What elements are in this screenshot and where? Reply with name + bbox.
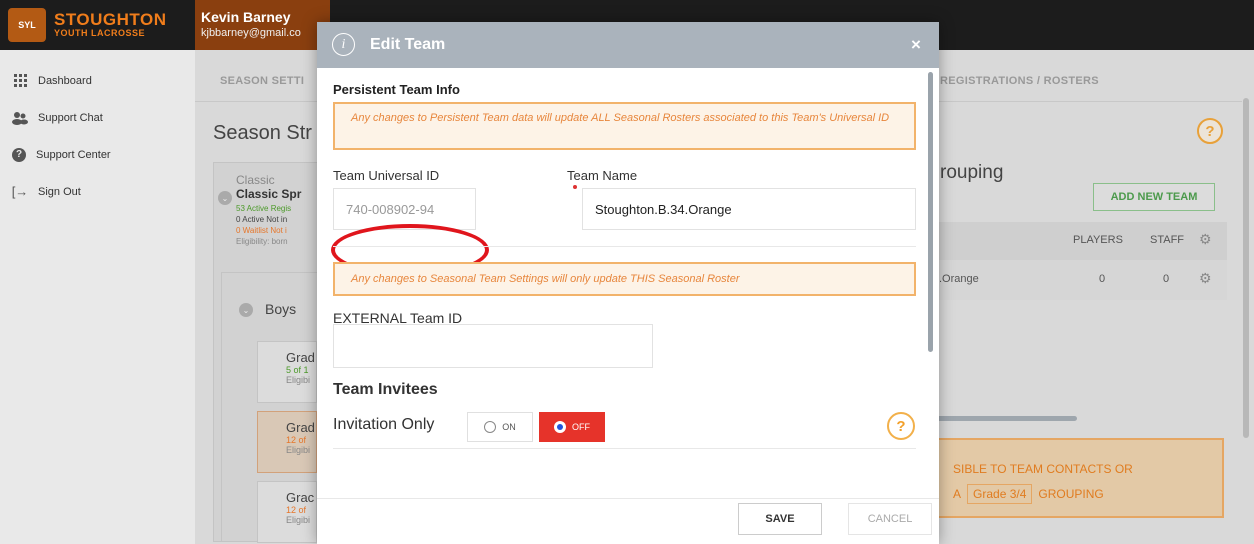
banner-suffix: GROUPING bbox=[1038, 487, 1104, 501]
invitation-only-label: Invitation Only bbox=[333, 416, 435, 433]
sidebar-item-label: Support Center bbox=[36, 148, 111, 161]
brand-subtitle: YOUTH LACROSSE bbox=[54, 28, 146, 38]
user-email: kjbbarney@gmail.co bbox=[201, 27, 301, 39]
invitation-on-toggle[interactable]: ON bbox=[467, 412, 533, 442]
grade-count: 5 of 1 bbox=[286, 365, 309, 375]
grade-card[interactable]: Grad 5 of 1 Eligibi bbox=[257, 341, 317, 403]
brand-logo[interactable]: SYL STOUGHTON YOUTH LACROSSE bbox=[8, 6, 186, 44]
collapse-icon[interactable]: ⌄ bbox=[218, 191, 232, 205]
grade-eligibility: Eligibi bbox=[286, 445, 311, 455]
team-name-label: Team Name bbox=[567, 168, 638, 183]
tab-season-settings[interactable]: SEASON SETTI bbox=[220, 75, 304, 87]
team-name-field[interactable]: Stoughton.B.34.Orange bbox=[582, 188, 916, 230]
sidebar-item-sign-out[interactable]: [→ Sign Out bbox=[0, 173, 195, 210]
program-waitlist-count: 0 Waitlist Not i bbox=[236, 226, 287, 235]
universal-id-label: Team Universal ID bbox=[333, 168, 440, 183]
program-type: Classic bbox=[236, 173, 275, 187]
gear-icon[interactable]: ⚙ bbox=[1199, 231, 1212, 248]
grade-eligibility: Eligibi bbox=[286, 515, 311, 525]
divider bbox=[333, 448, 916, 449]
program-active-count: 53 Active Regis bbox=[236, 204, 292, 213]
add-new-team-button[interactable]: ADD NEW TEAM bbox=[1093, 183, 1215, 211]
modal-header: i Edit Team × bbox=[317, 22, 939, 68]
table-row[interactable]: .Orange 0 0 ⚙ bbox=[937, 260, 1227, 300]
lacrosse-logo-icon: SYL bbox=[8, 8, 46, 42]
grade-eligibility: Eligibi bbox=[286, 375, 311, 385]
user-block[interactable]: Kevin Barney kjbbarney@gmail.co bbox=[195, 0, 330, 50]
invitees-title: Team Invitees bbox=[333, 381, 438, 398]
help-circle-icon: ? bbox=[12, 147, 26, 162]
column-staff: STAFF bbox=[1150, 234, 1185, 246]
page-scrollbar[interactable] bbox=[1243, 98, 1249, 438]
sidebar-item-label: Support Chat bbox=[38, 111, 103, 124]
help-icon[interactable]: ? bbox=[887, 412, 915, 440]
grouping-title: rouping bbox=[940, 162, 1004, 183]
modal-scrollbar[interactable] bbox=[928, 72, 933, 352]
program-name[interactable]: Classic Spr bbox=[236, 187, 301, 201]
team-name-cell: .Orange bbox=[939, 273, 979, 285]
grade-card[interactable]: Grac 12 of Eligibi bbox=[257, 481, 317, 543]
chat-users-icon bbox=[12, 110, 28, 126]
banner-line-1: SIBLE TO TEAM CONTACTS OR bbox=[953, 462, 1133, 476]
warning-banner: SIBLE TO TEAM CONTACTS OR A Grade 3/4 GR… bbox=[937, 438, 1224, 518]
user-name: Kevin Barney bbox=[201, 9, 291, 25]
persistent-warning: Any changes to Persistent Team data will… bbox=[333, 102, 916, 150]
grade-title: Grad bbox=[286, 420, 315, 435]
modal-footer: SAVE CANCEL bbox=[317, 498, 939, 544]
persistent-section-title: Persistent Team Info bbox=[333, 82, 460, 97]
toggle-off-label: OFF bbox=[572, 422, 590, 432]
grade-pill: Grade 3/4 bbox=[967, 484, 1033, 504]
grade-card-selected[interactable]: Grad 12 of Eligibi bbox=[257, 411, 317, 473]
help-icon[interactable]: ? bbox=[1197, 118, 1223, 144]
seasonal-warning: Any changes to Seasonal Team Settings wi… bbox=[333, 262, 916, 296]
sidebar-item-support-chat[interactable]: Support Chat bbox=[0, 99, 195, 136]
players-cell: 0 bbox=[1099, 273, 1106, 285]
edit-team-modal: i Edit Team × Persistent Team Info Any c… bbox=[317, 22, 939, 544]
invitation-off-toggle[interactable]: OFF bbox=[539, 412, 605, 442]
collapse-icon[interactable]: ⌄ bbox=[239, 303, 253, 317]
divider bbox=[333, 246, 916, 247]
required-indicator bbox=[573, 185, 577, 189]
column-players: PLAYERS bbox=[1073, 234, 1123, 246]
sidebar-item-label: Sign Out bbox=[38, 185, 81, 198]
close-icon[interactable]: × bbox=[911, 35, 921, 55]
grid-icon bbox=[12, 73, 28, 89]
horizontal-scrollbar[interactable] bbox=[937, 416, 1077, 421]
grade-count: 12 of bbox=[286, 435, 307, 445]
gear-icon[interactable]: ⚙ bbox=[1199, 270, 1212, 287]
program-inactive-count: 0 Active Not in bbox=[236, 215, 288, 224]
banner-prefix: A bbox=[953, 487, 962, 501]
toggle-on-label: ON bbox=[502, 422, 516, 432]
sidebar-item-label: Dashboard bbox=[38, 74, 92, 87]
modal-body: Persistent Team Info Any changes to Pers… bbox=[317, 68, 929, 498]
banner-line-2: A Grade 3/4 GROUPING bbox=[953, 484, 1104, 504]
grade-count: 12 of bbox=[286, 505, 307, 515]
program-eligibility: Eligibility: born bbox=[236, 237, 288, 246]
external-id-field[interactable] bbox=[333, 324, 653, 368]
sidebar: Dashboard Support Chat ? Support Center … bbox=[0, 50, 195, 544]
staff-cell: 0 bbox=[1163, 273, 1170, 285]
radio-unselected-icon bbox=[484, 421, 497, 433]
modal-title: Edit Team bbox=[370, 36, 446, 53]
tab-registrations-rosters[interactable]: REGISTRATIONS / ROSTERS bbox=[940, 75, 1099, 87]
sidebar-item-dashboard[interactable]: Dashboard bbox=[0, 62, 195, 99]
info-icon: i bbox=[332, 33, 355, 56]
teams-table-header: PLAYERS STAFF ⚙ bbox=[937, 222, 1227, 260]
radio-selected-icon bbox=[554, 421, 566, 433]
grade-title: Grad bbox=[286, 350, 315, 365]
cancel-button[interactable]: CANCEL bbox=[848, 503, 932, 535]
save-button[interactable]: SAVE bbox=[738, 503, 822, 535]
page-title: Season Str bbox=[213, 122, 312, 144]
sign-out-icon: [→ bbox=[11, 184, 29, 199]
brand-name: STOUGHTON bbox=[54, 10, 167, 29]
group-label: Boys bbox=[265, 301, 297, 317]
sidebar-item-support-center[interactable]: ? Support Center bbox=[0, 136, 195, 173]
grade-title: Grac bbox=[286, 490, 315, 505]
